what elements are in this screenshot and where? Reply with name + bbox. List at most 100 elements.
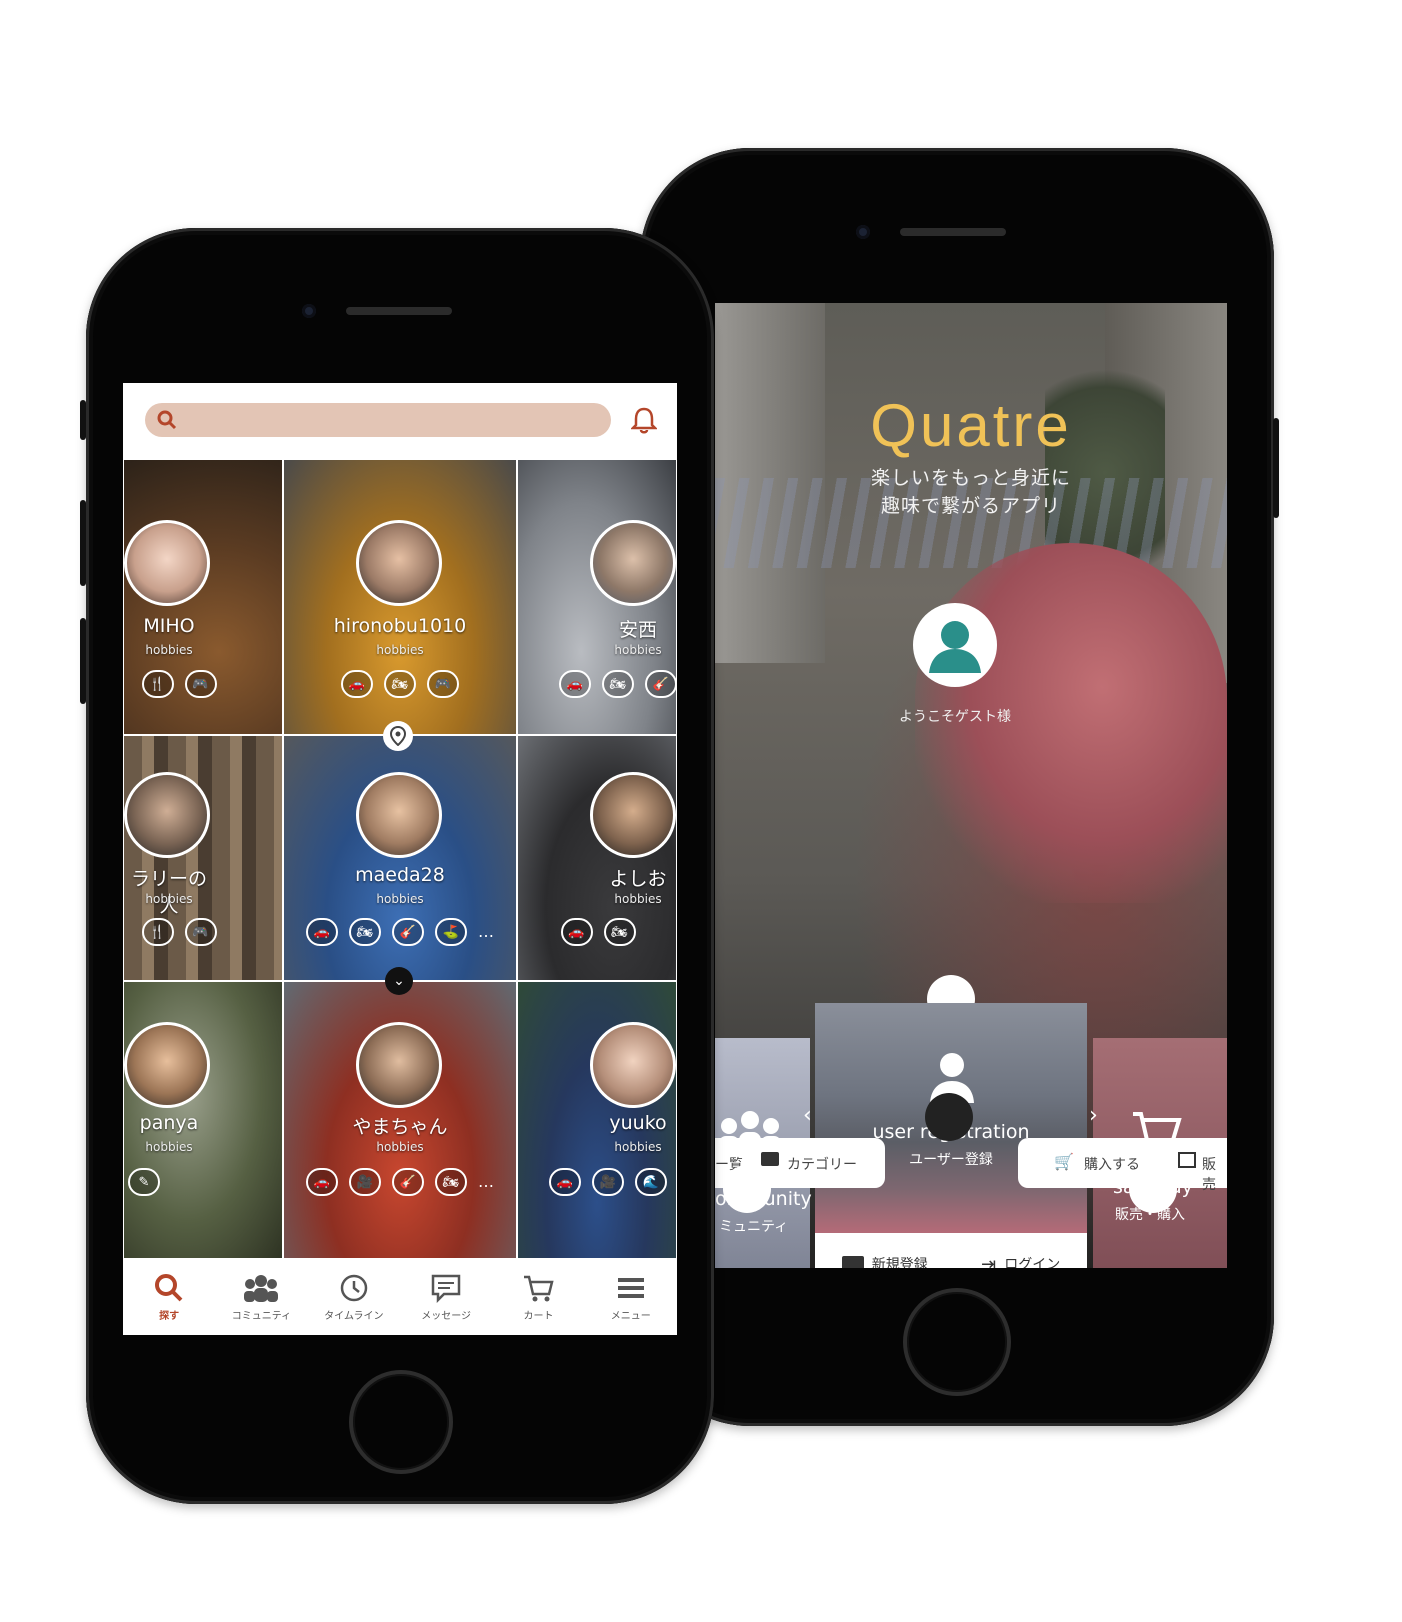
user-card[interactable]: やまちゃん hobbies 🚗 🎥 🎸 🏍 … — [283, 981, 517, 1259]
motorcycle-icon[interactable]: 🏍 — [349, 918, 381, 946]
camera-icon[interactable]: 🎥 — [349, 1168, 381, 1196]
user-card[interactable]: 安西 hobbies 🚗 🏍 🎸 — [517, 459, 677, 735]
gamepad-icon[interactable]: 🎮 — [427, 670, 459, 698]
user-name: ラリーの人 — [130, 868, 207, 917]
hobby-icons: 🚗 🏍 🎮 — [284, 670, 516, 698]
menu-knob-right — [1129, 1165, 1177, 1213]
auth-bar: 新規登録 ⇥ ログイン — [815, 1233, 1087, 1268]
guest-avatar[interactable] — [913, 603, 997, 687]
pen-icon[interactable]: ✎ — [128, 1168, 160, 1196]
guest-greeting: ようこそゲスト様 — [899, 709, 1011, 725]
back-phone: Quatre 楽しいをもっと身近に 趣味で繋がるアプリ ようこそゲスト様 omm… — [640, 148, 1279, 1426]
menu-sell-item[interactable]: 販売 — [1202, 1154, 1227, 1194]
user-card[interactable]: panya hobbies ✎ — [123, 981, 283, 1259]
fork-icon[interactable]: 🍴 — [141, 918, 174, 946]
carousel-prev-icon[interactable]: ‹ — [803, 1103, 812, 1128]
tab-label: メッセージ — [421, 1310, 472, 1322]
login-label: ログイン — [1004, 1257, 1061, 1268]
tab-timeline[interactable]: タイムライン — [308, 1259, 400, 1335]
tab-menu[interactable]: メニュー — [585, 1259, 677, 1335]
home-button[interactable] — [349, 1370, 453, 1474]
tagline-line1: 楽しいをもっと身近に — [870, 467, 1071, 489]
user-name: yuuko — [609, 1112, 667, 1134]
user-card[interactable]: yuuko hobbies 🚗 🎥 🌊 — [517, 981, 677, 1259]
more-icon[interactable]: … — [478, 918, 494, 946]
bell-icon[interactable] — [631, 406, 657, 434]
tab-messages[interactable]: メッセージ — [400, 1259, 492, 1335]
avatar — [356, 772, 442, 858]
car-icon[interactable]: 🚗 — [306, 918, 338, 946]
car-icon[interactable]: 🚗 — [341, 670, 373, 698]
person-icon — [929, 621, 981, 673]
car-icon[interactable]: 🚗 — [559, 670, 591, 698]
tab-community[interactable]: コミュニティ — [215, 1259, 307, 1335]
fork-icon[interactable]: 🍴 — [141, 670, 174, 698]
hobbies-label: hobbies — [145, 892, 193, 906]
user-card[interactable]: maeda28 hobbies 🚗 🏍 🎸 ⛳ … — [283, 735, 517, 981]
tab-label: 探す — [159, 1310, 180, 1322]
front-camera — [302, 304, 316, 318]
user-card[interactable]: MIHO hobbies 🍴 🎮 — [123, 459, 283, 735]
people-icon — [244, 1274, 279, 1302]
carousel-next-icon[interactable]: › — [1089, 1103, 1098, 1128]
message-icon — [431, 1274, 461, 1303]
basket-icon: 🛒 — [1054, 1152, 1074, 1171]
motorcycle-icon[interactable]: 🏍 — [603, 918, 636, 946]
center-gap-knob — [925, 1093, 973, 1141]
guitar-icon[interactable]: 🎸 — [645, 670, 676, 698]
hobby-icons: 🚗 🏍 🎸 ⛳ … — [284, 918, 516, 946]
menu-category-item[interactable]: カテゴリー — [787, 1154, 857, 1174]
surf-icon[interactable]: 🌊 — [635, 1168, 667, 1196]
front-camera — [856, 225, 870, 239]
search-screen: MIHO hobbies 🍴 🎮 hironobu1010 hobbies 🚗 … — [123, 383, 677, 1335]
guitar-icon[interactable]: 🎸 — [392, 1168, 424, 1196]
cart-icon — [524, 1275, 555, 1301]
location-pin-icon[interactable] — [383, 721, 413, 751]
hobbies-label: hobbies — [614, 1140, 662, 1154]
menu-buy-item[interactable]: 購入する — [1084, 1154, 1140, 1174]
search-icon — [157, 410, 177, 430]
gamepad-icon[interactable]: 🎮 — [184, 670, 217, 698]
chevron-down-icon[interactable]: ⌄ — [385, 967, 413, 995]
community-subtitle: ミュニティ — [719, 1219, 789, 1235]
golf-icon[interactable]: ⛳ — [435, 918, 467, 946]
car-icon[interactable]: 🚗 — [306, 1168, 338, 1196]
clock-icon — [340, 1274, 368, 1301]
motorcycle-icon[interactable]: 🏍 — [384, 670, 416, 698]
tab-cart[interactable]: カート — [492, 1259, 584, 1335]
avatar — [590, 520, 676, 606]
tab-search[interactable]: 探す — [123, 1259, 215, 1335]
tab-label: メニュー — [610, 1310, 651, 1322]
login-button[interactable]: ⇥ ログイン — [981, 1254, 1060, 1269]
user-name: やまちゃん — [352, 1116, 448, 1138]
id-card-icon — [841, 1256, 864, 1268]
motorcycle-icon[interactable]: 🏍 — [602, 670, 634, 698]
home-button[interactable] — [903, 1288, 1011, 1396]
user-name: 安西 — [618, 619, 657, 641]
hobby-icons: 🚗 🎥 🎸 🏍 … — [284, 1168, 516, 1196]
car-icon[interactable]: 🚗 — [560, 918, 593, 946]
hobbies-label: hobbies — [145, 1140, 193, 1154]
search-input[interactable] — [145, 403, 611, 437]
volume-down — [80, 618, 86, 704]
user-card[interactable]: よしお hobbies 🚗 🏍 — [517, 735, 677, 981]
hamburger-icon — [617, 1277, 644, 1298]
shop-icon — [1178, 1152, 1196, 1168]
register-button[interactable]: 新規登録 — [841, 1254, 928, 1268]
pin-icon — [390, 726, 406, 746]
camera-icon[interactable]: 🎥 — [592, 1168, 624, 1196]
hobbies-label: hobbies — [614, 892, 662, 906]
guitar-icon[interactable]: 🎸 — [392, 918, 424, 946]
hobby-icons: ✎ — [124, 1168, 164, 1196]
motorcycle-icon[interactable]: 🏍 — [435, 1168, 467, 1196]
power-button — [1273, 418, 1279, 518]
search-icon — [155, 1273, 183, 1301]
user-name: maeda28 — [355, 864, 445, 886]
gamepad-icon[interactable]: 🎮 — [184, 918, 217, 946]
user-card[interactable]: hironobu1010 hobbies 🚗 🏍 🎮 — [283, 459, 517, 735]
car-icon[interactable]: 🚗 — [549, 1168, 581, 1196]
register-label: 新規登録 — [871, 1257, 928, 1268]
more-icon[interactable]: … — [478, 1168, 494, 1196]
hobbies-label: hobbies — [376, 643, 424, 657]
user-card[interactable]: ラリーの人 hobbies 🍴 🎮 — [123, 735, 283, 981]
